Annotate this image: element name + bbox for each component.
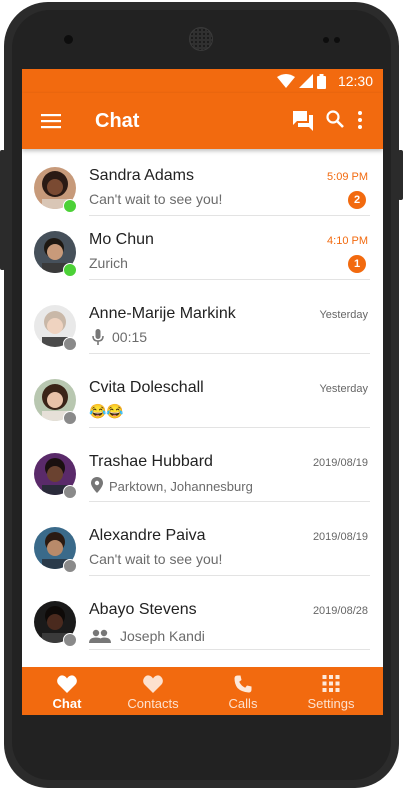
contact-name: Trashae Hubbard <box>89 453 213 470</box>
group-icon <box>89 629 111 643</box>
nav-settings[interactable]: Settings <box>286 667 376 715</box>
contact-name: Mo Chun <box>89 231 154 248</box>
divider <box>89 353 370 354</box>
last-message: Parktown, Johannesburg <box>109 479 253 494</box>
status-bar: 12:30 <box>22 69 383 93</box>
page-title: Chat <box>95 110 140 132</box>
app-bar: Chat <box>22 93 383 149</box>
nav-label: Calls <box>228 696 258 711</box>
divider <box>89 649 370 650</box>
message-time: 2019/08/28 <box>312 605 368 617</box>
phone-screen: 12:30 Chat Sandra Adams Can't wait to se… <box>22 69 383 715</box>
forum-icon[interactable] <box>292 110 314 132</box>
heart-icon <box>143 675 163 693</box>
message-time: 5:09 PM <box>327 171 368 183</box>
grid-icon <box>322 675 340 692</box>
chat-row-trashae-hubbard[interactable]: Trashae Hubbard Parktown, Johannesburg 2… <box>22 453 383 527</box>
location-pin-icon <box>91 477 103 493</box>
more-vert-icon[interactable] <box>356 110 364 130</box>
front-camera <box>64 35 73 44</box>
message-time: Yesterday <box>319 383 368 395</box>
nav-contacts[interactable]: Contacts <box>108 667 198 715</box>
cell-signal-icon <box>299 74 313 88</box>
chat-row-cvita-doleschall[interactable]: Cvita Doleschall 😂😂 Yesterday <box>22 379 383 453</box>
phone-icon <box>234 675 252 693</box>
online-status-dot <box>63 263 77 277</box>
last-message: Joseph Kandi <box>120 628 205 644</box>
wifi-icon <box>277 74 295 88</box>
message-time: 4:10 PM <box>327 235 368 247</box>
nav-label: Contacts <box>127 696 179 711</box>
last-message: 😂😂 <box>89 403 124 419</box>
contact-name: Anne-Marije Markink <box>89 305 236 322</box>
chat-row-sandra-adams[interactable]: Sandra Adams Can't wait to see you! 5:09… <box>22 167 383 241</box>
menu-icon[interactable] <box>41 113 61 129</box>
message-time: 2019/08/19 <box>312 531 368 543</box>
divider <box>89 279 370 280</box>
heart-icon <box>57 675 77 693</box>
contact-name: Cvita Doleschall <box>89 379 204 396</box>
chat-row-alexandre-paiva[interactable]: Alexandre Paiva Can't wait to see you! 2… <box>22 527 383 601</box>
search-icon[interactable] <box>325 109 345 129</box>
unread-badge: 2 <box>348 191 366 209</box>
offline-status-dot <box>63 485 77 499</box>
divider <box>89 501 370 502</box>
chat-row-mo-chun[interactable]: Mo Chun Zurich 4:10 PM 1 <box>22 231 383 305</box>
volume-button <box>0 150 5 270</box>
sensor-dot <box>323 37 329 43</box>
nav-label: Settings <box>307 696 355 711</box>
nav-calls[interactable]: Calls <box>198 667 288 715</box>
unread-badge: 1 <box>348 255 366 273</box>
message-time: 2019/08/19 <box>312 457 368 469</box>
offline-status-dot <box>63 559 77 573</box>
chat-row-anne-marije-markink[interactable]: Anne-Marije Markink 00:15 Yesterday <box>22 305 383 379</box>
status-time: 12:30 <box>337 73 373 89</box>
voice-message-duration: 00:15 <box>112 329 148 345</box>
online-status-dot <box>63 199 77 213</box>
chat-row-abayo-stevens[interactable]: Abayo Stevens Joseph Kandi 2019/08/28 <box>22 601 383 675</box>
offline-status-dot <box>63 337 77 351</box>
contact-name: Sandra Adams <box>89 167 194 184</box>
bottom-navigation: Chat Contacts Calls Settings <box>22 667 383 715</box>
battery-icon <box>317 73 326 89</box>
offline-status-dot <box>63 633 77 647</box>
offline-status-dot <box>63 411 77 425</box>
contact-name: Alexandre Paiva <box>89 527 206 544</box>
last-message: Can't wait to see you! <box>89 551 223 567</box>
last-message: Can't wait to see you! <box>89 191 223 207</box>
sensor-dot <box>334 37 340 43</box>
earpiece-speaker <box>189 27 213 51</box>
message-time: Yesterday <box>319 309 368 321</box>
divider <box>89 575 370 576</box>
nav-chat[interactable]: Chat <box>22 667 112 715</box>
divider <box>89 215 370 216</box>
mic-icon <box>92 329 104 345</box>
power-button <box>398 150 403 200</box>
nav-label: Chat <box>52 696 82 711</box>
last-message: Zurich <box>89 255 128 271</box>
contact-name: Abayo Stevens <box>89 601 197 618</box>
divider <box>89 427 370 428</box>
